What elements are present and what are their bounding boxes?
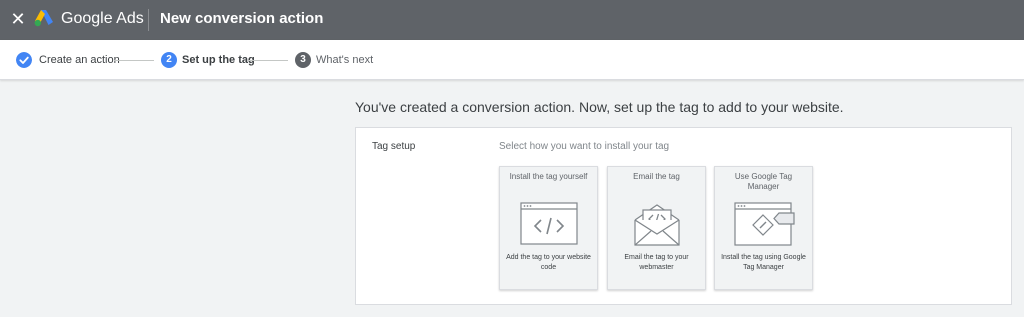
option-title: Use Google Tag Manager bbox=[734, 172, 793, 191]
code-window-icon bbox=[520, 202, 578, 245]
email-code-icon bbox=[634, 204, 680, 246]
step-3-number: 3 bbox=[295, 52, 311, 68]
step-create-action[interactable]: Create an action bbox=[39, 53, 120, 67]
step-connector bbox=[114, 60, 154, 61]
option-tag-manager[interactable]: Use Google Tag Manager Install the tag u… bbox=[714, 166, 813, 290]
close-icon[interactable]: ✕ bbox=[10, 8, 26, 30]
check-circle-icon bbox=[16, 52, 32, 68]
page-heading: You've created a conversion action. Now,… bbox=[355, 99, 844, 115]
step-set-up-tag[interactable]: Set up the tag bbox=[182, 53, 255, 67]
option-description: Install the tag using Google Tag Manager bbox=[721, 254, 806, 271]
brand-name: Google Ads bbox=[61, 10, 144, 27]
header-divider bbox=[148, 9, 149, 31]
section-label: Tag setup bbox=[372, 141, 416, 152]
tag-setup-card: Tag setup Select how you want to install… bbox=[355, 127, 1012, 305]
top-bar: ✕ Google Ads New conversion action bbox=[0, 0, 1024, 40]
google-ads-logo-icon bbox=[34, 10, 53, 27]
instruction-text: Select how you want to install your tag bbox=[499, 141, 670, 152]
step-whats-next[interactable]: What's next bbox=[316, 53, 373, 67]
option-description: Add the tag to your website code bbox=[506, 254, 591, 271]
step-2-number: 2 bbox=[161, 52, 177, 68]
option-email-tag[interactable]: Email the tag Email the tag to your webm… bbox=[607, 166, 706, 290]
option-install-yourself[interactable]: Install the tag yourself Add the tag to … bbox=[499, 166, 598, 290]
step-connector bbox=[248, 60, 288, 61]
progress-stepper: Create an action 2 Set up the tag 3 What… bbox=[0, 40, 1024, 80]
option-title: Install the tag yourself bbox=[509, 172, 588, 181]
option-title: Email the tag bbox=[633, 172, 680, 181]
page-title: New conversion action bbox=[160, 10, 324, 27]
option-description: Email the tag to your webmaster bbox=[624, 254, 689, 271]
tag-manager-icon bbox=[734, 202, 795, 246]
